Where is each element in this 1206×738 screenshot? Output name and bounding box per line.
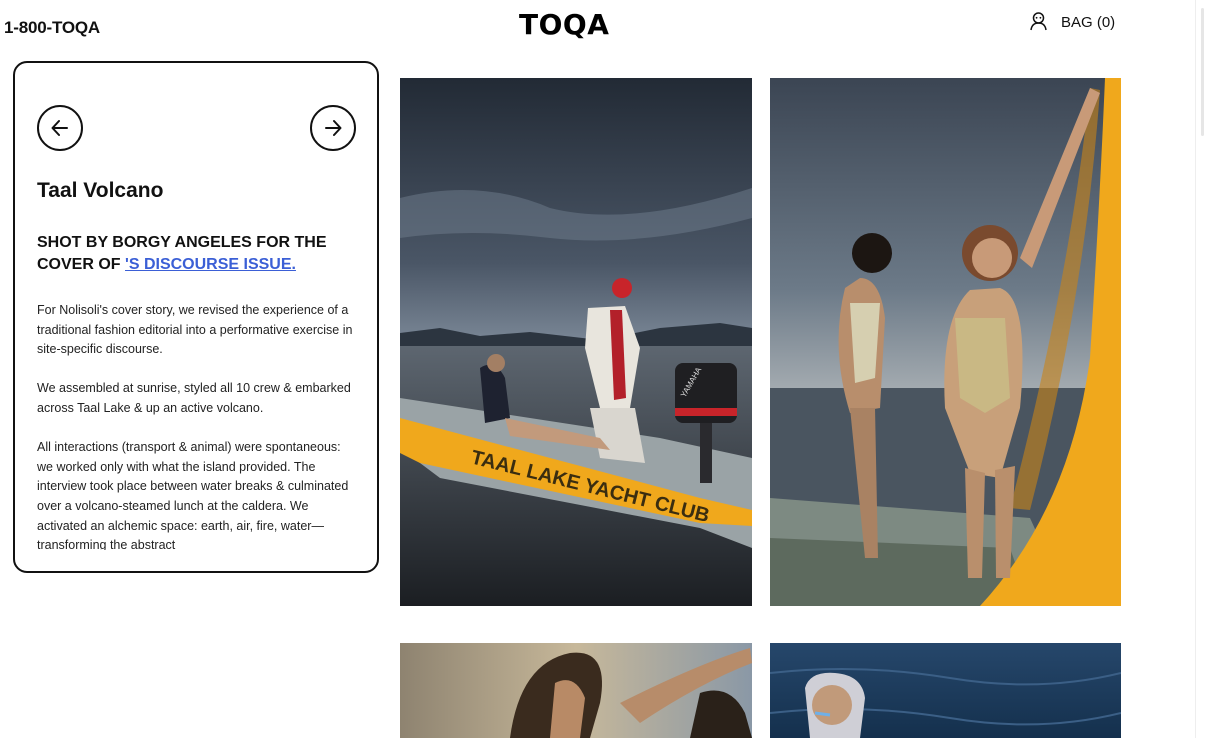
previous-button[interactable] xyxy=(37,105,83,151)
scrollbar[interactable] xyxy=(1195,0,1206,738)
gallery-photo-water[interactable] xyxy=(770,643,1121,738)
gallery-photo-models[interactable] xyxy=(770,78,1121,606)
header-actions: BAG (0) xyxy=(1030,12,1115,32)
models-photo-image xyxy=(770,78,1121,606)
story-paragraph: All interactions (transport & animal) we… xyxy=(37,440,349,550)
water-photo-image xyxy=(770,643,1121,738)
gallery-photo-hair[interactable] xyxy=(400,643,752,738)
story-title: Taal Volcano xyxy=(37,179,164,202)
story-subtitle: SHOT BY BORGY ANGELES FOR THE COVER OF '… xyxy=(37,232,357,276)
boat-photo-image: TAAL LAKE YACHT CLUB YAMAHA xyxy=(400,78,752,606)
hair-photo-image xyxy=(400,643,752,738)
gallery-photo-boat[interactable]: TAAL LAKE YACHT CLUB YAMAHA xyxy=(400,78,752,606)
brand-logo[interactable]: TOQA xyxy=(519,8,609,41)
phone-number-link[interactable]: 1-800-TOQA xyxy=(4,18,100,38)
arrow-right-icon xyxy=(325,120,342,136)
discourse-issue-link[interactable]: 'S DISCOURSE ISSUE. xyxy=(125,256,296,273)
scrollbar-thumb[interactable] xyxy=(1201,8,1204,136)
user-icon[interactable] xyxy=(1030,12,1047,32)
story-paragraph: We assembled at sunrise, styled all 10 c… xyxy=(37,381,351,415)
story-card: Taal Volcano SHOT BY BORGY ANGELES FOR T… xyxy=(13,61,379,573)
next-button[interactable] xyxy=(310,105,356,151)
bag-button[interactable]: BAG (0) xyxy=(1061,14,1115,31)
arrow-left-icon xyxy=(51,120,68,136)
story-body[interactable]: For Nolisoli's cover story, we revised t… xyxy=(37,301,355,550)
story-paragraph: For Nolisoli's cover story, we revised t… xyxy=(37,303,353,357)
